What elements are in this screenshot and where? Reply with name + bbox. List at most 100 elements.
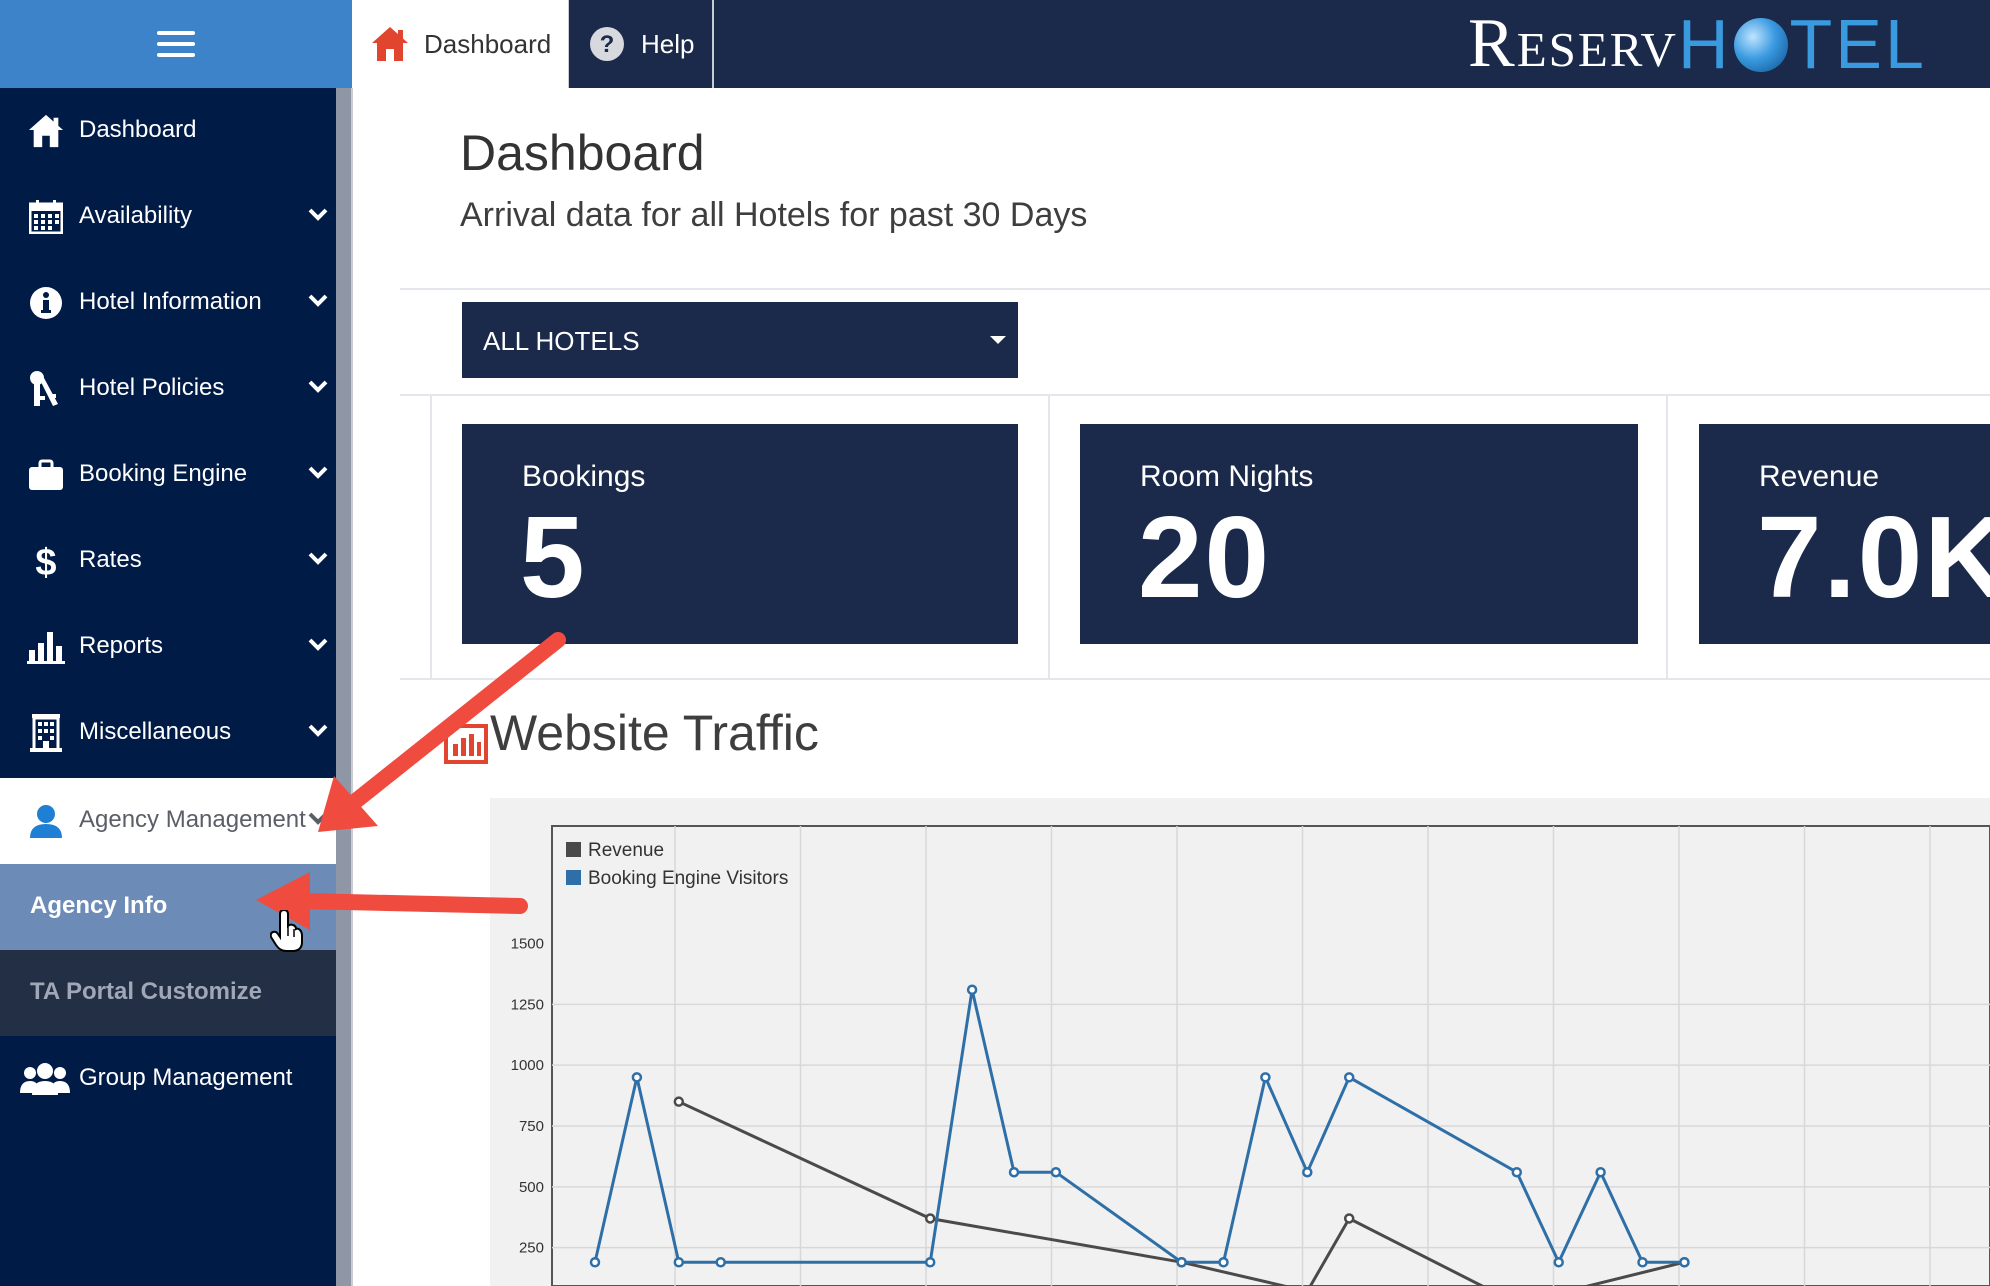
stat-card-room-nights: Room Nights 20: [1080, 424, 1638, 644]
sidebar-item-reports[interactable]: Reports: [0, 604, 336, 690]
y-tick-label: 1250: [511, 996, 544, 1013]
legend-label: Revenue: [588, 840, 664, 861]
data-point: [631, 1072, 643, 1083]
section-title: Website Traffic: [490, 705, 819, 761]
tab-help[interactable]: ? Help: [568, 0, 714, 88]
logo-reserv-text: Reserv: [1468, 5, 1678, 82]
divider: [430, 395, 432, 679]
sidebar-item-label: Agency Management: [79, 806, 306, 833]
plot-area: [551, 825, 1990, 1286]
stat-value: 5: [520, 492, 587, 622]
chevron-down-icon: [308, 380, 328, 393]
sidebar-subitem-label: TA Portal Customize: [30, 978, 263, 1005]
caret-down-icon: [990, 336, 1006, 344]
info-icon: [26, 284, 66, 322]
sidebar-subitem-label: Agency Info: [30, 892, 168, 919]
data-point: [1637, 1256, 1648, 1268]
y-tick-label: 750: [519, 1118, 544, 1135]
sidebar-item-rates[interactable]: $ Rates: [0, 518, 336, 604]
stat-value: 7.0K: [1757, 492, 1990, 622]
sidebar-item-label: Availability: [79, 202, 192, 229]
hotel-select-dropdown[interactable]: ALL HOTELS: [462, 302, 1018, 378]
website-traffic-chart: 250 500 750 1000 1250 1500 Revenue Booking Engi…: [490, 798, 1990, 1286]
stat-card-bookings: Bookings 5: [462, 424, 1018, 644]
stat-label: Room Nights: [1140, 460, 1314, 493]
sidebar-item-label: Reports: [79, 632, 164, 659]
page-title: Dashboard: [460, 125, 705, 181]
keys-icon: [26, 370, 66, 408]
divider: [400, 394, 1990, 396]
sidebar-item-label: Dashboard: [79, 116, 197, 143]
data-point: [715, 1256, 726, 1268]
menu-toggle-button[interactable]: [0, 0, 352, 88]
data-point: [1218, 1256, 1229, 1268]
hand-cursor-icon: [270, 910, 303, 952]
y-tick-label: 250: [519, 1240, 544, 1257]
users-icon: [20, 1060, 70, 1098]
stat-label: Revenue: [1759, 460, 1880, 493]
data-point: [1679, 1256, 1690, 1268]
sidebar-scrollbar[interactable]: [336, 88, 352, 1286]
chevron-down-icon: [308, 724, 328, 737]
globe-icon: [1733, 18, 1788, 72]
data-point: [1343, 1213, 1355, 1224]
sidebar-item-label: Rates: [79, 546, 142, 573]
sidebar-item-availability[interactable]: Availability: [0, 174, 336, 260]
app-window: Dashboard ? Help Reserv H TEL Dashboard Av…: [0, 0, 1990, 1286]
data-point: [1260, 1072, 1271, 1083]
tab-help-label: Help: [641, 28, 695, 59]
divider: [1666, 395, 1668, 679]
chart-svg: 250 500 750 1000 1250 1500 Revenue Booking Engi…: [511, 825, 1990, 1286]
data-point: [673, 1096, 685, 1107]
chevron-down-icon: [308, 552, 328, 565]
svg-text:$: $: [35, 542, 56, 580]
sidebar-item-hotel-policies[interactable]: Hotel Policies: [0, 346, 336, 432]
svg-text:?: ?: [600, 31, 615, 58]
sidebar: Dashboard Availability Hotel Information…: [0, 88, 352, 1286]
bar-chart-icon: [26, 628, 66, 666]
data-point: [1343, 1072, 1355, 1083]
divider: [1048, 395, 1050, 679]
building-icon: [26, 714, 66, 752]
main-content: Dashboard Arrival data for all Hotels fo…: [352, 88, 1990, 1286]
sidebar-item-label: Booking Engine: [79, 460, 248, 487]
stat-label: Bookings: [522, 460, 646, 493]
sidebar-subitem-ta-portal-customize[interactable]: TA Portal Customize: [0, 950, 336, 1036]
chevron-down-icon: [308, 638, 328, 651]
data-point: [966, 984, 978, 996]
data-point: [673, 1256, 685, 1268]
data-point: [1595, 1166, 1606, 1178]
logo-h-text: H: [1677, 5, 1732, 83]
sidebar-item-booking-engine[interactable]: Booking Engine: [0, 432, 336, 518]
data-point: [924, 1213, 936, 1224]
stat-card-revenue: Revenue 7.0K: [1699, 424, 1990, 644]
user-icon: [26, 802, 66, 840]
hamburger-icon: [157, 31, 195, 57]
logo-tel-text: TEL: [1789, 5, 1927, 83]
hotel-select-value: ALL HOTELS: [483, 326, 640, 356]
page-subtitle: Arrival data for all Hotels for past 30 …: [460, 196, 1088, 234]
sidebar-item-agency-management[interactable]: Agency Management: [0, 778, 352, 864]
home-icon: [370, 24, 410, 64]
sidebar-item-label: Group Management: [79, 1064, 293, 1091]
sidebar-item-miscellaneous[interactable]: Miscellaneous: [0, 690, 336, 776]
legend-swatch: [566, 870, 581, 885]
tab-dashboard[interactable]: Dashboard: [352, 0, 568, 88]
calendar-icon: [26, 198, 66, 236]
sidebar-item-label: Hotel Information: [79, 288, 262, 315]
sidebar-item-dashboard[interactable]: Dashboard: [0, 88, 336, 174]
data-point: [1050, 1166, 1062, 1178]
data-point: [589, 1256, 601, 1268]
legend-label: Booking Engine Visitors: [588, 868, 788, 889]
y-tick-label: 500: [519, 1179, 544, 1196]
y-tick-label: 1500: [511, 936, 544, 953]
briefcase-icon: [26, 456, 66, 494]
dollar-icon: $: [26, 542, 66, 580]
brand-logo: Reserv H TEL: [1468, 5, 1927, 83]
sidebar-item-hotel-information[interactable]: Hotel Information: [0, 260, 336, 346]
chevron-down-icon: [308, 294, 328, 307]
divider: [400, 678, 1990, 680]
sidebar-item-label: Hotel Policies: [79, 374, 225, 401]
sidebar-item-group-management[interactable]: Group Management: [0, 1036, 336, 1122]
data-point: [1302, 1166, 1313, 1178]
